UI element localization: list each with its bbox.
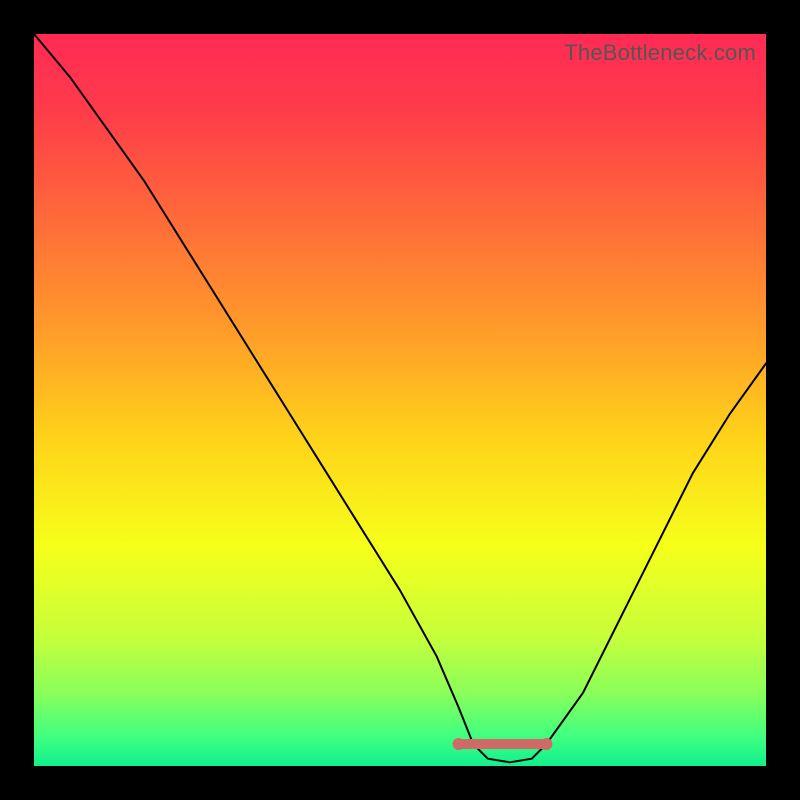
- plateau-dot-left: [453, 738, 465, 750]
- chart-frame: TheBottleneck.com: [10, 10, 790, 790]
- chart-svg: [34, 34, 766, 766]
- watermark-text: TheBottleneck.com: [564, 40, 756, 66]
- gradient-background: [34, 34, 766, 766]
- plateau-dot-right: [540, 738, 552, 750]
- plot-area: TheBottleneck.com: [34, 34, 766, 766]
